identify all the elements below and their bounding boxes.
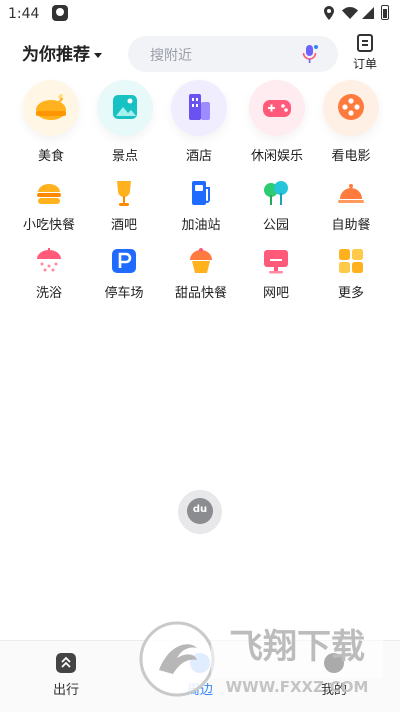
category-label: 酒店 — [185, 149, 212, 164]
signal-icon — [362, 7, 374, 19]
order-list-icon — [357, 34, 373, 52]
category-label: 自助餐 — [331, 218, 371, 233]
category-label: 酒吧 — [110, 218, 137, 233]
chicken-icon — [23, 80, 79, 136]
nav-label: 出行 — [52, 683, 79, 698]
category-attractions[interactable]: 景点 — [92, 80, 158, 164]
recommend-dropdown[interactable]: 为你推荐 — [22, 40, 102, 65]
category-hotel[interactable]: 酒店 — [166, 80, 232, 164]
battery-icon — [381, 5, 389, 20]
category-label: 甜品快餐 — [174, 286, 227, 301]
film-reel-icon — [323, 80, 379, 136]
status-time: 1:44 — [8, 6, 40, 22]
voice-mic-icon[interactable] — [302, 44, 318, 64]
category-label: 洗浴 — [35, 286, 62, 301]
category-label: 网吧 — [262, 286, 289, 301]
category-label: 停车场 — [104, 286, 144, 301]
category-food[interactable]: 美食 — [18, 80, 84, 164]
category-label: 公园 — [262, 218, 289, 233]
map-location-marker[interactable]: du — [178, 490, 222, 534]
travel-icon — [56, 653, 76, 673]
monitor-icon — [261, 246, 291, 276]
top-category-row: 美食 景点 酒店 休闲娱乐 看电影 — [0, 80, 400, 170]
caret-down-icon — [94, 52, 102, 58]
category-leisure[interactable]: 休闲娱乐 — [244, 80, 310, 164]
category-label: 景点 — [111, 149, 138, 164]
shower-icon — [34, 246, 64, 276]
category-label: 小吃快餐 — [22, 218, 75, 233]
category-grid-row-1: 小吃快餐 酒吧 加油站 公园 自助餐 — [0, 178, 400, 238]
fuel-pump-icon — [186, 178, 216, 208]
grid-more-icon — [336, 246, 366, 276]
category-buffet[interactable]: 自助餐 — [316, 178, 386, 233]
category-parking[interactable]: 停车场 — [89, 246, 159, 301]
burger-icon — [34, 178, 64, 208]
building-icon — [171, 80, 227, 136]
cupcake-icon — [186, 246, 216, 276]
watermark-title: 飞翔下载 — [229, 627, 365, 667]
category-grid-row-2: 洗浴 停车场 甜品快餐 网吧 更多 — [0, 246, 400, 306]
category-more[interactable]: 更多 — [316, 246, 386, 301]
search-placeholder: 搜附近 — [150, 48, 192, 64]
parking-icon — [109, 246, 139, 276]
category-label: 看电影 — [331, 149, 371, 164]
category-snack[interactable]: 小吃快餐 — [14, 178, 84, 233]
category-bar[interactable]: 酒吧 — [89, 178, 159, 233]
category-gas-station[interactable]: 加油站 — [166, 178, 236, 233]
wine-glass-icon — [109, 178, 139, 208]
notification-app-icon — [52, 5, 68, 21]
location-icon — [324, 6, 334, 20]
recommend-label: 为你推荐 — [22, 45, 90, 65]
category-bath[interactable]: 洗浴 — [14, 246, 84, 301]
category-dessert[interactable]: 甜品快餐 — [166, 246, 236, 301]
nav-travel[interactable]: 出行 — [26, 653, 106, 698]
category-label: 更多 — [337, 286, 364, 301]
category-label: 休闲娱乐 — [250, 149, 303, 164]
picture-icon — [97, 80, 153, 136]
category-park[interactable]: 公园 — [241, 178, 311, 233]
header: 为你推荐 搜附近 订单 — [0, 30, 400, 78]
category-label: 美食 — [37, 149, 64, 164]
tree-icon — [261, 178, 291, 208]
wifi-icon — [342, 7, 358, 19]
category-movies[interactable]: 看电影 — [318, 80, 384, 164]
search-bar[interactable]: 搜附近 — [128, 36, 338, 72]
status-bar: 1:44 — [0, 0, 400, 28]
category-internet-cafe[interactable]: 网吧 — [241, 246, 311, 301]
category-label: 加油站 — [181, 218, 221, 233]
watermark-overlay: 飞翔下载 WWW.FXXZ.COM — [139, 618, 383, 697]
gamepad-icon — [249, 80, 305, 136]
orders-label: 订单 — [352, 57, 377, 71]
marker-label: du — [187, 498, 213, 524]
food-cloche-icon — [336, 178, 366, 208]
watermark-url: WWW.FXXZ.COM — [226, 678, 369, 696]
orders-button[interactable]: 订单 — [348, 34, 382, 78]
